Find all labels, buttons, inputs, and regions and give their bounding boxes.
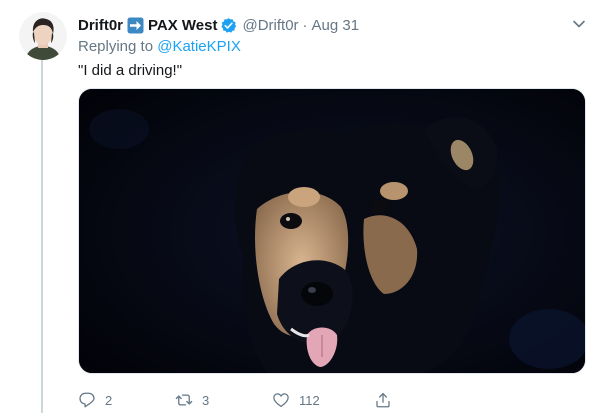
- reply-icon: [79, 392, 95, 408]
- tweet: Drift0r PAX West @Drift0r · Aug 31 Reply…: [0, 0, 605, 413]
- tweet-text: "I did a driving!": [78, 62, 183, 79]
- display-name[interactable]: Drift0r: [78, 17, 123, 34]
- replying-to-label: Replying to: [78, 38, 154, 55]
- display-name-suffix[interactable]: PAX West: [148, 17, 217, 34]
- reply-count: 2: [105, 392, 113, 408]
- tweet-photo[interactable]: [78, 88, 586, 374]
- replying-to-link[interactable]: @KatieKPIX: [157, 38, 241, 55]
- avatar[interactable]: [19, 12, 67, 60]
- like-count: 112: [299, 392, 320, 408]
- share-button[interactable]: [374, 388, 392, 412]
- thread-line: [41, 60, 43, 413]
- replying-to: Replying to @KatieKPIX: [78, 38, 241, 55]
- retweet-count: 3: [202, 392, 210, 408]
- user-handle[interactable]: @Drift0r: [242, 17, 298, 34]
- like-button[interactable]: 112: [272, 388, 320, 412]
- tweet-actions: 2 3 112: [78, 388, 586, 412]
- tweet-header: Drift0r PAX West @Drift0r · Aug 31: [78, 14, 359, 36]
- heart-icon: [273, 393, 289, 408]
- separator-dot: ·: [302, 16, 308, 34]
- retweet-icon: [175, 394, 193, 406]
- verified-badge-icon: [220, 17, 237, 34]
- reply-button[interactable]: 2: [78, 388, 112, 412]
- right-arrow-emoji-icon: [127, 17, 144, 34]
- chevron-down-icon[interactable]: [569, 14, 589, 34]
- retweet-button[interactable]: 3: [175, 388, 209, 412]
- timestamp-link[interactable]: Aug 31: [312, 17, 360, 34]
- share-icon: [376, 392, 390, 408]
